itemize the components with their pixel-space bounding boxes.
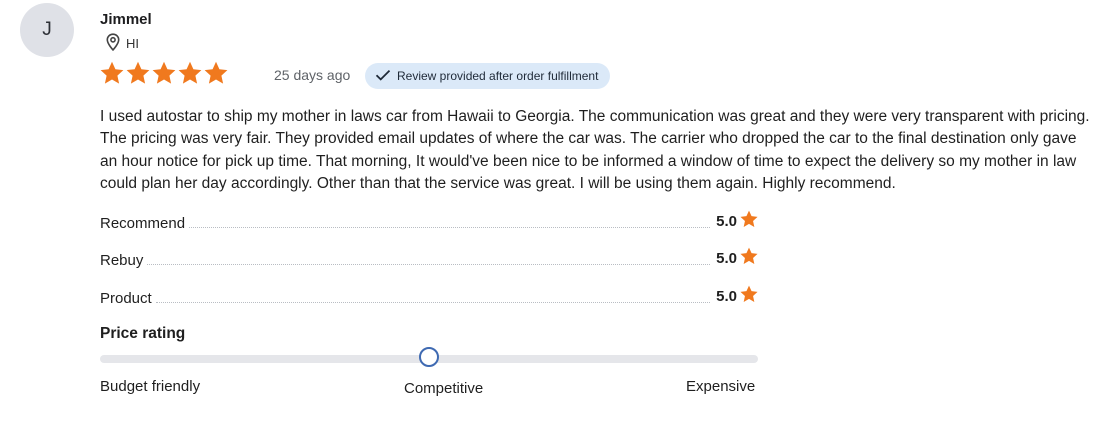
fulfillment-badge: Review provided after order fulfillment [365,63,611,89]
badge-label: Review provided after order fulfillment [397,69,599,83]
location-text: HI [126,36,139,51]
star-icon [204,57,228,89]
price-label-budget: Budget friendly [100,378,201,395]
star-rating [100,57,228,89]
review-date: 25 days ago [274,67,351,83]
map-pin-icon [106,33,120,54]
avatar: J [20,3,74,57]
star-icon [126,57,150,89]
rating-row-product: Product 5.0 [100,285,758,307]
price-rating-title: Price rating [100,325,186,342]
reviewer-location: HI [106,33,139,54]
reviewer-name: Jimmel [100,11,152,28]
rating-value: 5.0 [716,212,737,230]
star-icon [740,247,758,269]
star-icon [740,285,758,307]
avatar-initial: J [42,19,52,40]
rating-value-group: 5.0 [716,210,758,232]
star-icon [740,210,758,232]
star-icon [152,57,176,89]
rating-value-group: 5.0 [716,285,758,307]
dotted-leader [155,302,711,303]
dotted-leader [189,227,711,228]
star-icon [100,57,124,89]
rating-value-group: 5.0 [716,247,758,269]
rating-value: 5.0 [716,249,737,267]
rating-row-recommend: Recommend 5.0 [100,210,758,232]
checkmark-icon [375,69,391,84]
review-text: I used autostar to ship my mother in law… [100,108,1090,192]
rating-row-rebuy: Rebuy 5.0 [100,247,758,269]
rating-label: Product [100,290,152,307]
price-label-competitive: Competitive [404,380,484,397]
dotted-leader [147,264,711,265]
star-icon [178,57,202,89]
rating-label: Recommend [100,215,186,232]
rating-label: Rebuy [100,252,144,269]
rating-value: 5.0 [716,287,737,305]
price-slider-knob [419,347,439,367]
price-label-expensive: Expensive [686,378,756,395]
